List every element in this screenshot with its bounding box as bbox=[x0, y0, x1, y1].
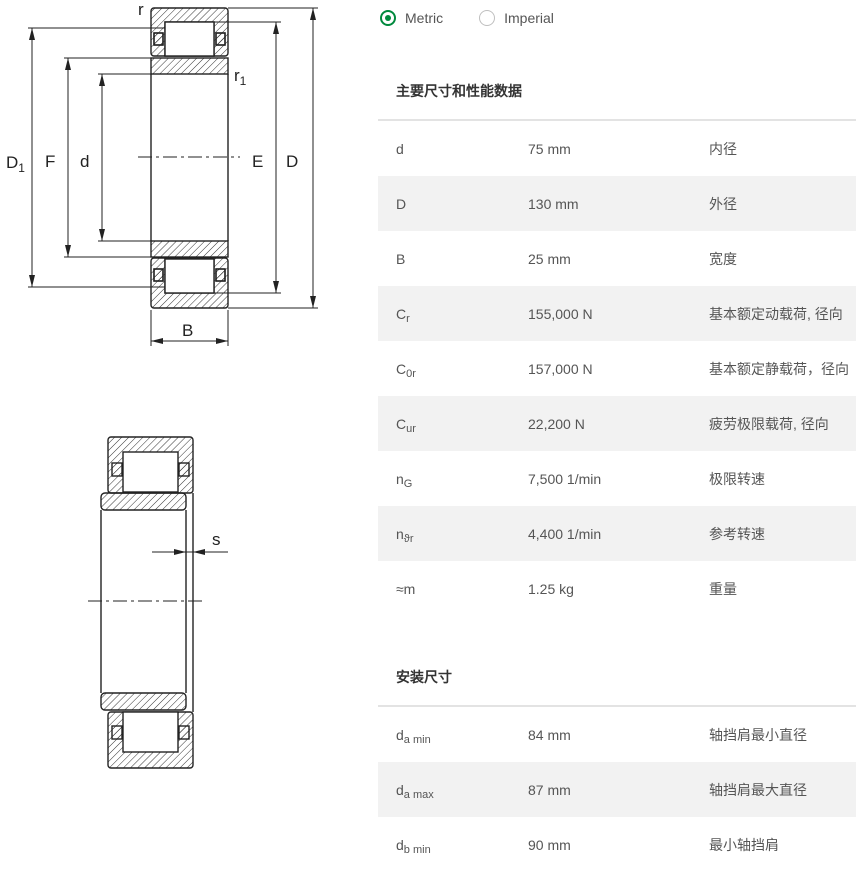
table-row: da max 87 mm 轴挡肩最大直径 bbox=[378, 762, 856, 817]
label-D1: D1 bbox=[6, 153, 25, 175]
row-value: 22,200 N bbox=[528, 415, 585, 432]
label-s: s bbox=[212, 530, 221, 549]
bearing-cross-section-svg: r r1 D1 F d E D B s bbox=[6, 0, 318, 769]
row-value: 90 mm bbox=[528, 836, 571, 853]
row-value: 75 mm bbox=[528, 140, 571, 157]
row-value: 130 mm bbox=[528, 195, 579, 212]
row-symbol: db min bbox=[396, 836, 431, 856]
unit-toggle: Metric Imperial bbox=[380, 8, 590, 28]
label-F: F bbox=[45, 152, 55, 171]
label-D: D bbox=[286, 152, 298, 171]
table-row: Cur 22,200 N 疲劳极限载荷, 径向 bbox=[378, 396, 856, 451]
row-symbol: da max bbox=[396, 781, 434, 801]
row-description: 疲劳极限载荷, 径向 bbox=[709, 415, 829, 432]
row-symbol: ≈m bbox=[396, 580, 416, 597]
row-symbol: Cur bbox=[396, 415, 416, 435]
label-r1: r1 bbox=[234, 66, 247, 88]
table-row: da min 84 mm 轴挡肩最小直径 bbox=[378, 707, 856, 762]
row-description: 极限转速 bbox=[709, 470, 765, 487]
row-description: 宽度 bbox=[709, 250, 737, 267]
row-symbol: d bbox=[396, 140, 404, 157]
imperial-radio[interactable]: Imperial bbox=[479, 10, 554, 26]
row-value: 4,400 1/min bbox=[528, 525, 602, 542]
mounting-dimensions-table: da min 84 mm 轴挡肩最小直径 da max 87 mm 轴挡肩最大直… bbox=[378, 705, 856, 872]
table-row: nG 7,500 1/min 极限转速 bbox=[378, 451, 856, 506]
bottom-bearing-drawing bbox=[88, 436, 204, 769]
row-value: 1.25 kg bbox=[528, 580, 574, 597]
radio-checked-icon bbox=[380, 10, 396, 26]
table-row: D 130 mm 外径 bbox=[378, 176, 856, 231]
table-row: nϑr 4,400 1/min 参考转速 bbox=[378, 506, 856, 561]
row-description: 内径 bbox=[709, 140, 737, 157]
main-dimensions-table: d 75 mm 内径 D 130 mm 外径 B 25 mm 宽度 Cr 155… bbox=[378, 119, 856, 616]
row-symbol: C0r bbox=[396, 360, 416, 380]
table-row: db min 90 mm 最小轴挡肩 bbox=[378, 817, 856, 872]
row-value: 7,500 1/min bbox=[528, 470, 602, 487]
row-description: 基本额定动载荷, 径向 bbox=[709, 305, 843, 322]
row-description: 轴挡肩最小直径 bbox=[709, 726, 807, 743]
metric-label: Metric bbox=[405, 10, 444, 26]
row-value: 84 mm bbox=[528, 726, 571, 743]
label-r: r bbox=[138, 0, 144, 19]
metric-radio[interactable]: Metric bbox=[380, 10, 443, 26]
row-symbol: nG bbox=[396, 470, 413, 490]
table-row: Cr 155,000 N 基本额定动载荷, 径向 bbox=[378, 286, 856, 341]
main-dimensions-title: 主要尺寸和性能数据 bbox=[396, 83, 522, 99]
radio-unchecked-icon bbox=[479, 10, 496, 26]
row-description: 最小轴挡肩 bbox=[709, 836, 779, 853]
top-bearing-drawing bbox=[138, 7, 240, 309]
row-symbol: nϑr bbox=[396, 525, 414, 545]
row-description: 基本额定静载荷，径向 bbox=[709, 360, 849, 377]
row-symbol: D bbox=[396, 195, 407, 212]
table-row: C0r 157,000 N 基本额定静载荷，径向 bbox=[378, 341, 856, 396]
label-d: d bbox=[80, 152, 89, 171]
imperial-label: Imperial bbox=[504, 10, 554, 26]
row-symbol: Cr bbox=[396, 305, 410, 325]
bearing-drawings: r r1 D1 F d E D B s bbox=[0, 0, 370, 851]
row-symbol: B bbox=[396, 250, 406, 267]
row-description: 外径 bbox=[709, 195, 737, 212]
row-description: 轴挡肩最大直径 bbox=[709, 781, 807, 798]
row-value: 157,000 N bbox=[528, 360, 593, 377]
mounting-dimensions-title: 安装尺寸 bbox=[396, 669, 452, 685]
table-row: d 75 mm 内径 bbox=[378, 121, 856, 176]
label-E: E bbox=[252, 152, 263, 171]
row-value: 155,000 N bbox=[528, 305, 593, 322]
table-row: B 25 mm 宽度 bbox=[378, 231, 856, 286]
row-description: 参考转速 bbox=[709, 525, 765, 542]
row-value: 25 mm bbox=[528, 250, 571, 267]
label-B: B bbox=[182, 321, 193, 340]
row-description: 重量 bbox=[709, 580, 737, 597]
row-value: 87 mm bbox=[528, 781, 571, 798]
row-symbol: da min bbox=[396, 726, 431, 746]
table-row: ≈m 1.25 kg 重量 bbox=[378, 561, 856, 616]
